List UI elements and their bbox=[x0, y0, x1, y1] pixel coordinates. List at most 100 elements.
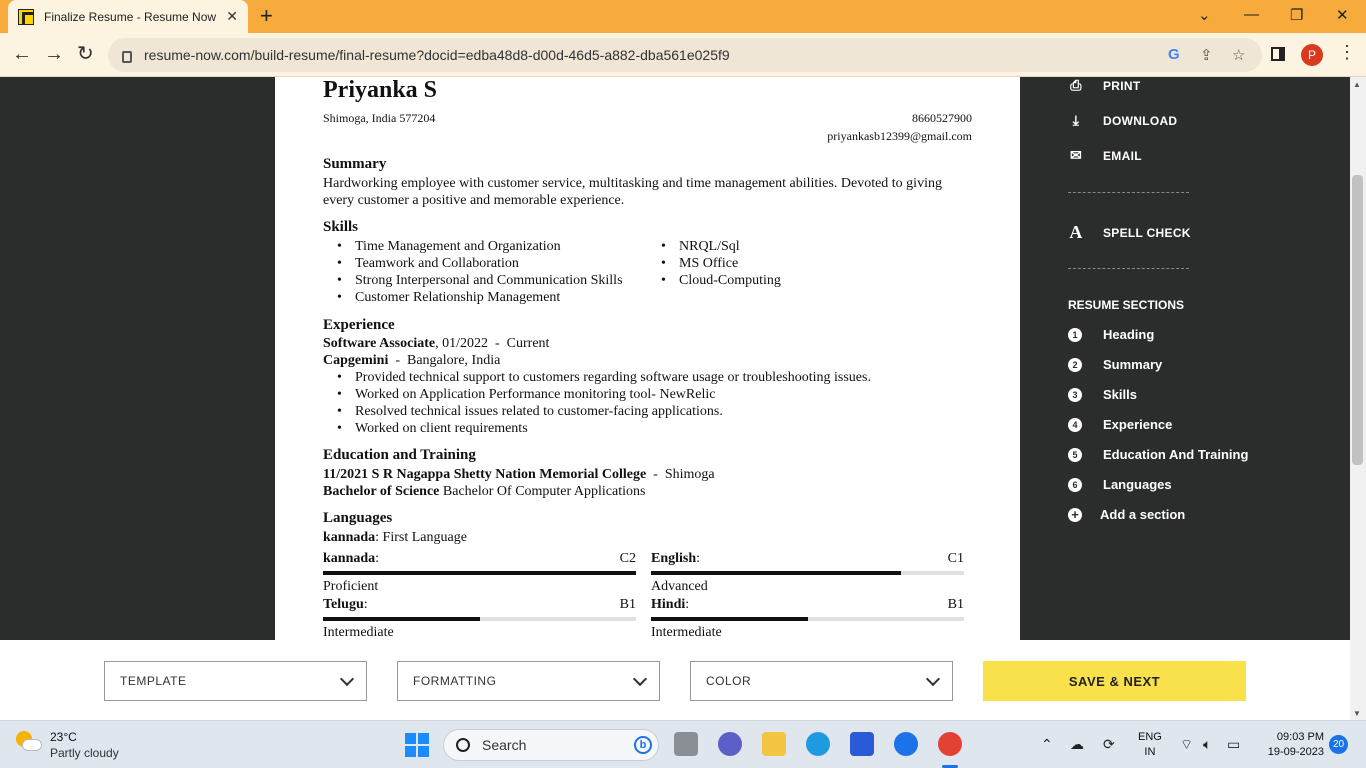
side-panel-icon[interactable] bbox=[1271, 47, 1285, 61]
lock-icon[interactable] bbox=[122, 51, 132, 63]
color-dropdown[interactable]: COLOR bbox=[690, 661, 953, 701]
resume-preview[interactable]: Priyanka S Shimoga, India 577204 8660527… bbox=[275, 77, 1020, 640]
language-indicator[interactable]: ENG IN bbox=[1138, 730, 1162, 760]
minimize-button[interactable]: — bbox=[1244, 6, 1259, 23]
email-button[interactable]: ✉ EMAIL bbox=[1068, 147, 1142, 164]
forward-button[interactable]: → bbox=[44, 43, 64, 65]
chrome-icon[interactable] bbox=[938, 732, 962, 756]
template-dropdown[interactable]: TEMPLATE bbox=[104, 661, 367, 701]
scroll-up-icon[interactable]: ▲ bbox=[1353, 80, 1361, 89]
browser-toolbar: ← → ↻ resume-now.com/build-resume/final-… bbox=[0, 33, 1366, 77]
divider bbox=[1068, 192, 1189, 193]
section-label: Experience bbox=[1103, 417, 1173, 432]
language-bar-fill bbox=[323, 571, 636, 575]
notification-badge[interactable]: 20 bbox=[1329, 735, 1348, 754]
address-bar[interactable]: resume-now.com/build-resume/final-resume… bbox=[108, 38, 1262, 72]
edu-field: Bachelor Of Computer Applications bbox=[439, 484, 646, 499]
section-link-heading[interactable]: 1 Heading bbox=[1068, 327, 1154, 342]
browser-tab[interactable]: Finalize Resume - Resume Now ✕ bbox=[8, 0, 248, 33]
email-label: EMAIL bbox=[1103, 148, 1142, 163]
section-link-experience[interactable]: 4 Experience bbox=[1068, 417, 1172, 432]
download-label: DOWNLOAD bbox=[1103, 113, 1178, 128]
section-label: Languages bbox=[1103, 477, 1172, 492]
language-region-in: IN bbox=[1144, 746, 1156, 758]
edu-degree-line: Bachelor of Science Bachelor Of Computer… bbox=[323, 483, 645, 500]
page-content: Priyanka S Shimoga, India 577204 8660527… bbox=[0, 77, 1350, 640]
print-button[interactable]: ⎙ PRINT bbox=[1068, 77, 1141, 94]
task-view-icon[interactable] bbox=[674, 732, 698, 756]
download-button[interactable]: ⤓ DOWNLOAD bbox=[1068, 112, 1177, 129]
restore-button[interactable]: ❐ bbox=[1290, 6, 1303, 24]
share-icon[interactable]: ⇪ bbox=[1200, 46, 1213, 64]
show-hidden-icons-chevron-icon[interactable]: ⌃ bbox=[1041, 736, 1053, 753]
plus-circle-icon: + bbox=[1068, 507, 1082, 522]
windows-start-icon[interactable] bbox=[405, 733, 429, 757]
skill-item: NRQL/Sql bbox=[647, 238, 781, 255]
scroll-down-icon[interactable]: ▼ bbox=[1353, 709, 1361, 718]
weather-temperature[interactable]: 23°C bbox=[50, 730, 77, 744]
file-explorer-icon[interactable] bbox=[762, 732, 786, 756]
volume-icon[interactable]: 🔈︎ bbox=[1203, 736, 1211, 753]
skills-heading: Skills bbox=[323, 219, 359, 235]
spell-check-button[interactable]: A SPELL CHECK bbox=[1068, 222, 1191, 243]
language-name: kannada bbox=[323, 551, 376, 566]
languages-heading: Languages bbox=[323, 510, 393, 526]
google-lens-icon[interactable]: G bbox=[1168, 46, 1180, 63]
save-next-button[interactable]: SAVE & NEXT bbox=[983, 661, 1246, 701]
divider bbox=[1068, 268, 1189, 269]
first-language-desc: : First Language bbox=[375, 530, 467, 545]
profile-avatar[interactable]: P bbox=[1301, 44, 1323, 66]
tab-close-button[interactable]: ✕ bbox=[226, 8, 238, 25]
wifi-icon[interactable]: ⌔ bbox=[1180, 736, 1193, 754]
battery-icon[interactable]: ▭ bbox=[1227, 736, 1240, 753]
section-label: Heading bbox=[1103, 327, 1155, 342]
back-button[interactable]: ← bbox=[12, 43, 32, 65]
bottom-action-bar: TEMPLATE FORMATTING COLOR SAVE & NEXT bbox=[0, 640, 1350, 720]
help-icon[interactable] bbox=[894, 732, 918, 756]
section-link-languages[interactable]: 6 Languages bbox=[1068, 477, 1172, 492]
page-scrollbar[interactable]: ▲ ▼ bbox=[1350, 77, 1366, 720]
url-text[interactable]: resume-now.com/build-resume/final-resume… bbox=[144, 47, 730, 63]
envelope-icon: ✉ bbox=[1069, 147, 1083, 163]
language-code: C2 bbox=[619, 551, 636, 566]
add-section-button[interactable]: + Add a section bbox=[1068, 507, 1185, 522]
weather-condition[interactable]: Partly cloudy bbox=[50, 746, 119, 760]
windows-taskbar: 23°C Partly cloudy Search b ⌃ ☁ ⟳ ENG IN … bbox=[0, 720, 1366, 768]
onedrive-cloud-icon[interactable]: ☁ bbox=[1070, 736, 1084, 753]
section-link-education[interactable]: 5 Education And Training bbox=[1068, 447, 1248, 462]
taskbar-search[interactable]: Search b bbox=[443, 729, 659, 761]
language-name: Hindi bbox=[651, 597, 686, 612]
tab-search-chevron-icon[interactable]: ⌄ bbox=[1198, 6, 1211, 24]
scrollbar-thumb[interactable] bbox=[1352, 175, 1363, 465]
weather-partly-cloudy-icon[interactable] bbox=[16, 731, 42, 753]
reload-button[interactable]: ↻ bbox=[77, 43, 94, 65]
skills-list-left: Time Management and Organization Teamwor… bbox=[323, 238, 623, 306]
summary-heading: Summary bbox=[323, 156, 387, 172]
job-bullets: Provided technical support to customers … bbox=[323, 369, 871, 437]
language-telugu: Telugu: B1 Intermediate bbox=[323, 597, 636, 640]
teams-chat-icon[interactable] bbox=[718, 732, 742, 756]
section-label: Summary bbox=[1103, 357, 1163, 372]
edge-browser-icon[interactable] bbox=[806, 732, 830, 756]
browser-menu-icon[interactable]: ⋮ bbox=[1338, 42, 1356, 63]
new-tab-button[interactable]: + bbox=[260, 4, 273, 28]
language-bar bbox=[651, 617, 964, 621]
section-link-skills[interactable]: 3 Skills bbox=[1068, 387, 1137, 402]
edu-location: - Shimoga bbox=[646, 467, 715, 482]
first-language-line: kannada: First Language bbox=[323, 529, 467, 546]
bing-icon[interactable]: b bbox=[634, 736, 652, 754]
close-window-button[interactable]: ✕ bbox=[1336, 6, 1349, 24]
formatting-dropdown[interactable]: FORMATTING bbox=[397, 661, 660, 701]
bookmark-star-icon[interactable]: ☆ bbox=[1232, 46, 1245, 64]
language-level: Proficient bbox=[323, 579, 379, 594]
search-label: Search bbox=[482, 737, 527, 753]
myhp-icon[interactable] bbox=[850, 732, 874, 756]
job-title: Software Associate bbox=[323, 336, 436, 351]
language-code: B1 bbox=[947, 597, 964, 612]
language-bar bbox=[323, 571, 636, 575]
section-link-summary[interactable]: 2 Summary bbox=[1068, 357, 1162, 372]
system-clock[interactable]: 09:03 PM 19-09-2023 bbox=[1258, 730, 1324, 760]
company-name: Capgemini bbox=[323, 353, 389, 368]
step-1-icon: 1 bbox=[1068, 327, 1082, 342]
sync-icon[interactable]: ⟳ bbox=[1103, 736, 1115, 753]
